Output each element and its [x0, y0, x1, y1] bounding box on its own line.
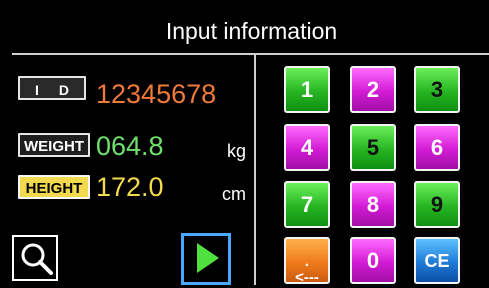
id-value[interactable]: 12345678 [96, 80, 216, 108]
keypad-key-2-label: 2 [366, 77, 380, 102]
keypad-key-7-label: 7 [300, 192, 314, 217]
keypad-key-4[interactable]: 4 [284, 124, 330, 171]
keypad-key-4-label: 4 [300, 135, 314, 160]
keypad-key-8[interactable]: 8 [350, 181, 396, 228]
height-value[interactable]: 172.0 [96, 173, 164, 201]
keypad-key-2[interactable]: 2 [350, 66, 396, 113]
keypad-key-6[interactable]: 6 [414, 124, 460, 171]
keypad-key-5[interactable]: 5 [350, 124, 396, 171]
keypad-key-ce[interactable]: CE [414, 237, 460, 284]
keypad-key-9-label: 9 [430, 192, 444, 217]
play-button[interactable] [181, 233, 231, 285]
keypad-key-0[interactable]: 0 [350, 237, 396, 284]
keypad-key-5-label: 5 [366, 135, 380, 160]
weight-label: WEIGHT [18, 133, 90, 157]
search-icon [21, 243, 53, 275]
app-frame: Input information I D 12345678 WEIGHT 06… [0, 0, 489, 285]
panel-divider [254, 55, 256, 285]
keypad-key-6-label: 6 [430, 135, 444, 160]
keypad-key-backspace[interactable]: . <--- [284, 237, 330, 284]
keypad-key-ce-label: CE [424, 251, 450, 271]
keypad-key-8-label: 8 [366, 192, 380, 217]
backspace-icon: . <--- [295, 253, 319, 284]
play-icon [197, 243, 219, 273]
page-title: Input information [165, 18, 338, 44]
keypad-key-1[interactable]: 1 [284, 66, 330, 113]
keypad-key-7[interactable]: 7 [284, 181, 330, 228]
keypad-key-0-label: 0 [366, 248, 380, 273]
keypad-key-9[interactable]: 9 [414, 181, 460, 228]
weight-unit: kg [226, 141, 246, 161]
keypad-key-3-label: 3 [430, 77, 444, 102]
keypad-key-1-label: 1 [300, 77, 314, 102]
height-label: HEIGHT [18, 175, 90, 199]
weight-value[interactable]: 064.8 [96, 132, 164, 160]
search-button[interactable] [12, 235, 58, 281]
keypad-key-3[interactable]: 3 [414, 66, 460, 113]
height-unit: cm [222, 184, 246, 204]
id-label: I D [18, 76, 86, 100]
